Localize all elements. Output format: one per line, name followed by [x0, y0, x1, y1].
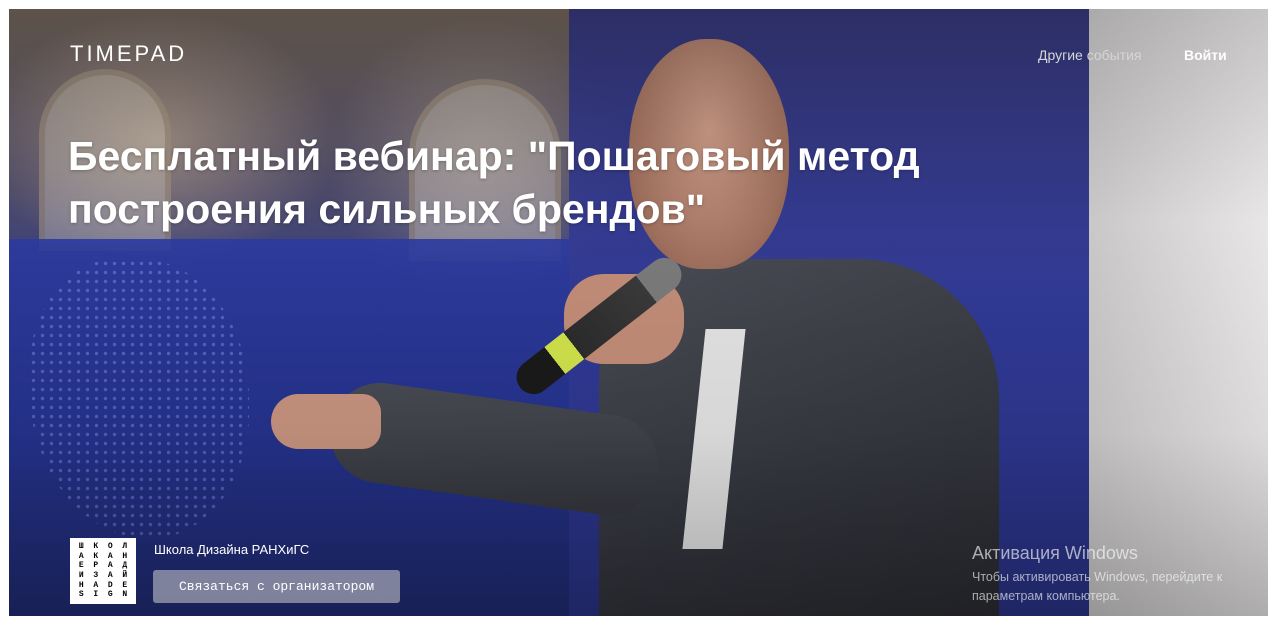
organizer-logo-char: А [93, 580, 99, 590]
organizer-logo-char: Н [78, 580, 84, 590]
organizer-logo-char: О [107, 542, 113, 551]
organizer-logo-char: Д [122, 561, 128, 571]
windows-activation-text: Чтобы активировать Windows, перейдите к … [972, 568, 1272, 606]
organizer-logo-char: Й [122, 571, 128, 580]
organizer-logo-char: Е [78, 561, 84, 571]
hero-background-photo [9, 9, 1268, 616]
organizer-logo-char: А [107, 561, 113, 571]
organizer-name[interactable]: Школа Дизайна РАНХиГС [154, 542, 309, 557]
organizer-logo-char: Л [122, 542, 128, 551]
organizer-logo-char: И [78, 571, 84, 580]
organizer-logo-char: К [93, 542, 99, 551]
organizer-logo-char: Р [93, 561, 99, 571]
organizer-logo-char: G [107, 590, 113, 600]
organizer-logo-char: N [122, 590, 128, 600]
organizer-logo-char: З [93, 571, 99, 580]
organizer-logo-char: К [93, 551, 99, 561]
organizer-logo-char: I [93, 590, 99, 600]
organizer-logo-char: Н [122, 551, 128, 561]
organizer-logo[interactable]: Ш К О Л А К А Н Е Р А Д И З А Й Н А D E … [70, 538, 136, 604]
organizer-logo-char: E [122, 580, 128, 590]
organizer-logo-char: А [107, 551, 113, 561]
nav-other-events-link[interactable]: Другие события [1038, 47, 1142, 63]
event-title: Бесплатный вебинар: "Пошаговый метод пос… [68, 133, 920, 232]
windows-activation-line: параметрам компьютера. [972, 589, 1120, 603]
timepad-logo[interactable]: TIMEPAD [70, 41, 187, 67]
windows-activation-title: Активация Windows [972, 543, 1138, 563]
organizer-logo-char: S [78, 590, 84, 600]
organizer-logo-char: А [107, 571, 113, 580]
nav-login-link[interactable]: Войти [1184, 47, 1227, 63]
windows-activation-line: Чтобы активировать Windows, перейдите к [972, 570, 1223, 584]
photo-overlay [9, 9, 1268, 616]
organizer-logo-char: D [107, 580, 113, 590]
organizer-logo-char: А [78, 551, 84, 561]
organizer-logo-char: Ш [78, 542, 84, 551]
contact-organizer-button[interactable]: Связаться с организатором [153, 570, 400, 603]
